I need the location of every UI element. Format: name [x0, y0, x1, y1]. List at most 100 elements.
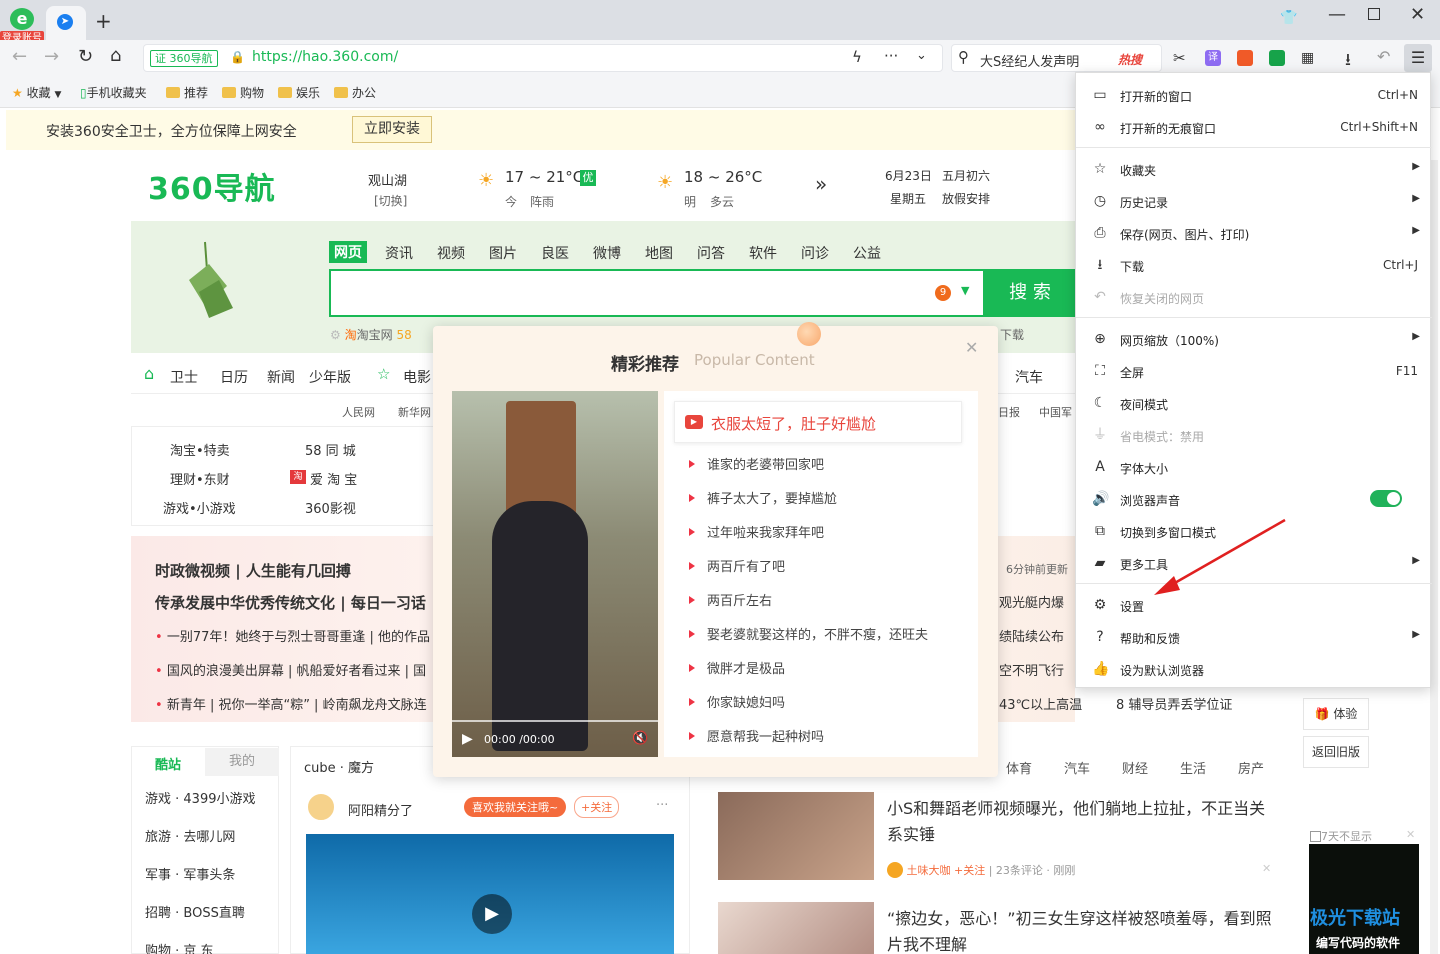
feed-tab[interactable]: 房产 [1238, 758, 1264, 777]
translate-icon[interactable]: 译 [1205, 50, 1221, 66]
mute-icon[interactable]: 🔇 [632, 731, 648, 746]
popup-item[interactable]: 谁家的老婆带回家吧 [689, 454, 824, 473]
main-menu-button[interactable]: ☰ [1404, 44, 1432, 72]
holiday-link[interactable]: 放假安排 [942, 190, 990, 207]
menu-browser-sound[interactable]: 🔊 浏览器声音 [1076, 483, 1432, 515]
news-item[interactable]: • 国风的浪漫美出屏幕 | 帆船爱好者看过来 | 国 [155, 660, 433, 679]
grid-link[interactable]: 58 同 城 [305, 440, 356, 459]
right-news-item[interactable]: 43℃以上高温 [999, 694, 1082, 713]
maximize-button[interactable] [1368, 8, 1380, 20]
news-item[interactable]: • 新青年 | 祝你一举高“粽” | 岭南飙龙舟文脉连 [155, 694, 433, 713]
grid-link[interactable]: 游戏•小游戏 [163, 498, 236, 517]
quick-nav-item[interactable]: 日历 [220, 367, 248, 387]
popup-video[interactable]: ▶ 00:00 /00:00 🔇 [452, 391, 658, 757]
video-play-icon[interactable]: ▶ [462, 731, 473, 747]
toolbar-search-box[interactable]: ⚲ 大S经纪人发声明 热搜 [951, 44, 1162, 72]
search-tab[interactable]: 图片 [489, 243, 517, 263]
menu-fullscreen[interactable]: ⛶ 全屏 F11 [1076, 355, 1432, 387]
menu-help-feedback[interactable]: ? 帮助和反馈 ▶ [1076, 621, 1432, 653]
hot-link[interactable]: ⚙ 淘淘宝网 58 [330, 326, 412, 343]
menu-download[interactable]: ⭳ 下载 Ctrl+J [1076, 249, 1432, 281]
back-icon[interactable]: ← [12, 46, 27, 67]
popup-headline[interactable]: ▶ 衣服太短了，肚子好尴尬 [674, 401, 962, 443]
scissors-icon[interactable]: ✂ [1173, 49, 1186, 67]
search-tab[interactable]: 良医 [541, 243, 569, 263]
hot-search-label[interactable]: 热搜 [1118, 51, 1142, 68]
menu-zoom[interactable]: ⊕ 网页缩放（100%) ▶ [1076, 323, 1432, 355]
feed-tab[interactable]: 财经 [1122, 758, 1148, 777]
source-name[interactable]: 土味大咖 [907, 864, 951, 877]
cool-site-item[interactable]: 旅游 · 去哪儿网 [145, 826, 235, 845]
popup-item[interactable]: 愿意帮我一起种树吗 [689, 726, 824, 745]
menu-new-incognito[interactable]: ∞ 打开新的无痕窗口 Ctrl+Shift+N [1076, 111, 1432, 143]
search-button[interactable]: 搜 索 [985, 269, 1075, 317]
sub-link[interactable]: 人民网 [342, 404, 375, 420]
browser-logo-icon[interactable]: e [10, 8, 34, 30]
quick-nav-item[interactable]: 汽车 [1015, 367, 1043, 387]
apps-grid-icon[interactable]: ▦ [1301, 50, 1314, 66]
popup-item[interactable]: 过年啦来我家拜年吧 [689, 522, 824, 541]
reload-icon[interactable]: ↻ [78, 46, 93, 67]
search-tab[interactable]: 问诊 [801, 243, 829, 263]
popup-close-icon[interactable]: ✕ [965, 338, 978, 357]
feed-thumb[interactable] [718, 902, 874, 954]
home-icon[interactable]: ⌂ [110, 45, 121, 66]
search-dropdown-icon[interactable]: ▼ [961, 284, 969, 297]
location-switch[interactable]: [切换] [374, 192, 407, 209]
forward-icon[interactable]: → [44, 46, 59, 67]
feed-thumb[interactable] [718, 792, 874, 880]
bookmark-mobile[interactable]: ▯手机收藏夹 [80, 84, 147, 101]
menu-font-size[interactable]: A 字体大小 [1076, 451, 1432, 483]
minimize-button[interactable]: — [1328, 4, 1346, 25]
new-tab-button[interactable]: + [95, 9, 112, 33]
news-heading[interactable]: 传承发展中华优秀传统文化 | 每日一习话 [155, 592, 433, 613]
feed-title[interactable]: “擦边女，恶心！”初三女生穿这样被怒喷羞辱，看到照片我不理解 [887, 906, 1275, 954]
right-news-item[interactable]: 观光艇内爆 [999, 592, 1064, 611]
menu-night-mode[interactable]: ☾ 夜间模式 [1076, 387, 1432, 419]
grid-link[interactable]: 爱 淘 宝 [310, 469, 357, 488]
shirt-icon[interactable]: 👕 [1280, 10, 1297, 26]
search-tab[interactable]: 地图 [645, 243, 673, 263]
wallet-icon[interactable] [1269, 50, 1285, 66]
search-tab[interactable]: 微博 [593, 243, 621, 263]
sound-toggle[interactable] [1370, 490, 1402, 507]
bookmark-folder[interactable]: 购物 [222, 84, 264, 101]
main-search-input[interactable]: 9 ▼ [329, 269, 985, 317]
popup-item[interactable]: 两百斤左右 [689, 590, 772, 609]
sub-link[interactable]: 中国军 [1039, 404, 1072, 420]
sub-link[interactable]: 新华网 [398, 404, 431, 420]
feed-tab[interactable]: 生活 [1180, 758, 1206, 777]
game-icon[interactable] [1237, 50, 1253, 66]
menu-history[interactable]: ◷ 历史记录 ▶ [1076, 185, 1432, 217]
quick-nav-item[interactable]: 少年版 [309, 367, 351, 387]
news-heading[interactable]: 时政微视频 | 人生能有几回搏 [155, 560, 351, 581]
tab-mine[interactable]: 我的 [205, 748, 279, 776]
right-news-item[interactable]: 空不明飞行 [999, 660, 1064, 679]
bookmark-favorites[interactable]: ★ 收藏 ▼ [12, 84, 61, 101]
cool-site-item[interactable]: 军事 · 军事头条 [145, 864, 235, 883]
close-window-button[interactable]: ✕ [1410, 4, 1425, 25]
menu-favorites[interactable]: ☆ 收藏夹 ▶ [1076, 153, 1432, 185]
search-tab[interactable]: 视频 [437, 243, 465, 263]
feed-tab[interactable]: 体育 [1006, 758, 1032, 777]
cube-user[interactable]: 阿阳精分了 [348, 800, 413, 819]
menu-new-window[interactable]: ▭ 打开新的窗口 Ctrl+N [1076, 79, 1432, 111]
cool-site-item[interactable]: 游戏 · 4399小游戏 [145, 788, 255, 807]
undo-icon[interactable]: ↶ [1377, 47, 1390, 66]
quick-nav-item[interactable]: 卫士 [170, 367, 198, 387]
ad-hide-checkbox[interactable]: 7天不显示 [1310, 828, 1372, 844]
grid-link[interactable]: 360影视 [305, 498, 356, 517]
cool-site-item[interactable]: 招聘 · BOSS直聘 [145, 902, 245, 921]
popup-item[interactable]: 两百斤有了吧 [689, 556, 785, 575]
search-tab[interactable]: 资讯 [385, 243, 413, 263]
feed-title[interactable]: 小S和舞蹈老师视频曝光，他们躺地上拉扯，不正当关系实锤 [887, 796, 1275, 848]
popup-item[interactable]: 娶老婆就娶这样的，不胖不瘦，还旺夫 [689, 624, 928, 643]
popup-item[interactable]: 微胖才是极品 [689, 658, 785, 677]
popup-item[interactable]: 你家缺媳妇吗 [689, 692, 785, 711]
menu-save[interactable]: ⎙ 保存(网页、图片、打印) ▶ [1076, 217, 1432, 249]
bookmark-folder[interactable]: 办公 [334, 84, 376, 101]
address-bar[interactable]: 证 360导航 🔒 https://hao.360.com/ ϟ ··· ⌄ [143, 44, 943, 72]
url-text[interactable]: https://hao.360.com/ [252, 49, 398, 65]
more-dots-icon[interactable]: ··· [656, 798, 668, 813]
cool-site-item[interactable]: 购物 · 京 东 [145, 940, 214, 954]
